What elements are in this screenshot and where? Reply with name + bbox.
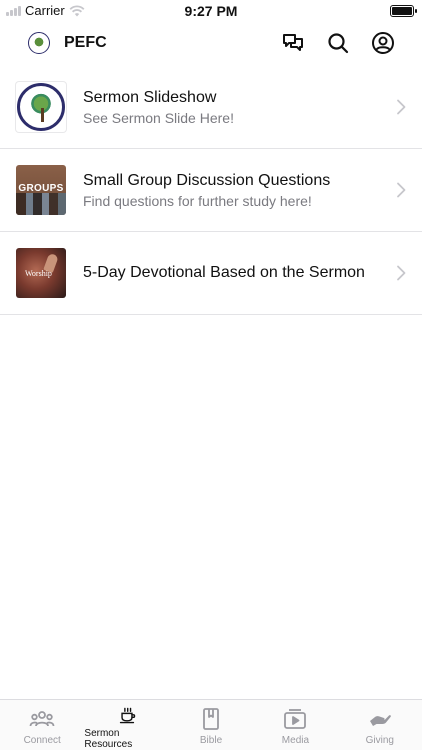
tab-label: Bible [199, 735, 223, 746]
tab-bible[interactable]: Bible [169, 700, 253, 750]
thumbnail-label: GROUPS [18, 183, 64, 194]
chevron-right-icon [397, 265, 406, 281]
tab-media[interactable]: Media [253, 700, 337, 750]
tab-label: Sermon Resources [84, 728, 133, 750]
account-icon[interactable] [371, 31, 395, 55]
app-header: PEFC [0, 22, 422, 66]
app-title: PEFC [64, 34, 107, 51]
worship-thumbnail: Worship [16, 248, 66, 298]
item-title: 5-Day Devotional Based on the Sermon [83, 264, 365, 281]
chevron-right-icon [397, 99, 406, 115]
book-icon [203, 708, 219, 730]
coffee-cup-icon [119, 707, 135, 724]
tab-label: Giving [365, 735, 394, 746]
status-bar: Carrier 9:27 PM [0, 0, 422, 22]
thumbnail-label: Worship [25, 269, 52, 278]
item-subtitle: Find questions for further study here! [83, 192, 312, 209]
play-icon [284, 709, 307, 729]
tab-giving[interactable]: Giving [338, 700, 422, 750]
church-logo[interactable] [28, 32, 50, 54]
item-title: Small Group Discussion Questions [83, 171, 331, 189]
resource-list: Sermon Slideshow See Sermon Slide Here! … [0, 66, 422, 315]
giving-hand-icon [369, 715, 391, 726]
chat-icon[interactable] [281, 31, 305, 55]
tab-label: Connect [23, 735, 61, 746]
search-icon[interactable] [326, 31, 350, 55]
list-item-small-group-questions[interactable]: GROUPS Small Group Discussion Questions … [0, 149, 422, 232]
item-title: Sermon Slideshow [83, 88, 217, 106]
tab-sermon-resources[interactable]: Sermon Resources [84, 700, 168, 750]
battery-icon [390, 5, 417, 17]
people-icon [29, 711, 55, 727]
tab-bar: Connect Sermon Resources Bible Media Giv… [0, 699, 422, 750]
item-subtitle: See Sermon Slide Here! [83, 109, 234, 126]
tab-connect[interactable]: Connect [0, 700, 84, 750]
list-item-devotional[interactable]: Worship 5-Day Devotional Based on the Se… [0, 232, 422, 315]
church-seal-thumbnail [16, 82, 66, 132]
groups-thumbnail: GROUPS [16, 165, 66, 215]
status-time: 9:27 PM [184, 3, 238, 19]
tab-label: Media [281, 735, 310, 746]
list-item-sermon-slideshow[interactable]: Sermon Slideshow See Sermon Slide Here! [0, 66, 422, 149]
chevron-right-icon [397, 182, 406, 198]
